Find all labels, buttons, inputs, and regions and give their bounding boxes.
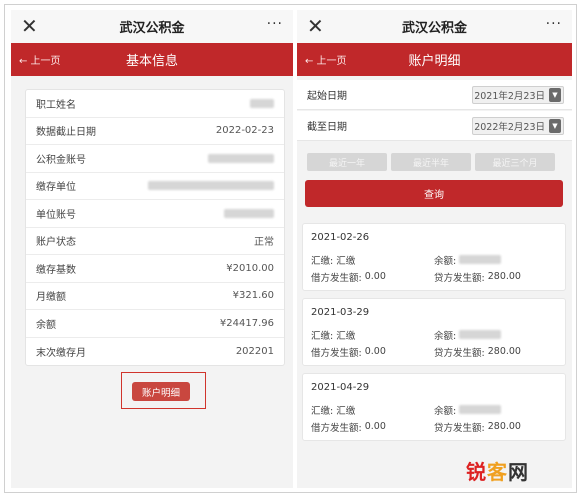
info-row-last-month: 末次缴存月 202201 xyxy=(26,338,284,366)
info-row-monthly: 月缴额 ¥321.60 xyxy=(26,283,284,310)
info-label: 月缴额 xyxy=(36,292,66,304)
transaction-record: 2021-04-29 汇缴: 汇缴 余额: 借方发生额: 0.00 贷方发生额:… xyxy=(302,373,566,441)
account-detail-button[interactable]: 账户明细 xyxy=(132,382,190,401)
start-date-row: 起始日期 2021年2月23日 ▼ xyxy=(297,80,572,110)
balance-label: 余额: xyxy=(434,330,457,342)
page-title: 账户明细 xyxy=(408,54,461,69)
more-icon[interactable]: ··· xyxy=(546,16,562,32)
credit-value: 280.00 xyxy=(487,271,521,282)
redacted-value xyxy=(459,330,502,339)
account-detail-screen: ✕ 武汉公积金 ··· ← 上一页 账户明细 起始日期 2021年2月23日 ▼… xyxy=(297,10,572,488)
info-value: 正常 xyxy=(254,237,274,249)
more-icon[interactable]: ··· xyxy=(267,16,283,32)
info-value: ¥24417.96 xyxy=(219,317,274,329)
basic-info-card: 职工姓名 数据截止日期 2022-02-23 公积金账号 缴存单位 单位账号 账… xyxy=(25,89,285,366)
redacted-value xyxy=(459,405,502,414)
close-icon[interactable]: ✕ xyxy=(21,14,38,38)
info-value: 2022-02-23 xyxy=(215,125,274,137)
type-value: 汇缴 xyxy=(336,330,356,342)
transaction-record: 2021-03-29 汇缴: 汇缴 余额: 借方发生额: 0.00 贷方发生额:… xyxy=(302,298,566,366)
debit-label: 借方发生额: xyxy=(311,272,362,284)
info-row-base: 缴存基数 ¥2010.00 xyxy=(26,255,284,283)
end-date-label: 截至日期 xyxy=(307,122,347,133)
transaction-record: 2021-02-26 汇缴: 汇缴 余额: 借方发生额: 0.00 贷方发生额:… xyxy=(302,223,566,291)
type-label: 汇缴: xyxy=(311,405,334,417)
screenshot-frame: ✕ 武汉公积金 ··· ← 上一页 基本信息 职工姓名 数据截止日期 2022-… xyxy=(4,4,577,493)
range-last-three-months-button[interactable]: 最近三个月 xyxy=(475,153,555,171)
dropdown-arrow-icon: ▼ xyxy=(549,118,561,133)
info-row-status: 账户状态 正常 xyxy=(26,228,284,255)
credit-label: 贷方发生额: xyxy=(434,422,485,434)
info-value: ¥2010.00 xyxy=(226,262,274,274)
info-label: 公积金账号 xyxy=(36,154,86,166)
balance-label: 余额: xyxy=(434,405,457,417)
wechat-topbar: ✕ 武汉公积金 ··· xyxy=(11,10,293,43)
back-link[interactable]: ← 上一页 xyxy=(19,52,61,67)
info-row-balance: 余额 ¥24417.96 xyxy=(26,310,284,338)
type-label: 汇缴: xyxy=(311,330,334,342)
info-row-cutoff-date: 数据截止日期 2022-02-23 xyxy=(26,118,284,145)
start-date-value: 2021年2月23日 xyxy=(474,90,545,102)
info-label: 单位账号 xyxy=(36,209,76,221)
debit-label: 借方发生额: xyxy=(311,347,362,359)
info-label: 末次缴存月 xyxy=(36,347,86,359)
info-row-account-number: 公积金账号 xyxy=(26,145,284,173)
app-title: 武汉公积金 xyxy=(119,21,185,36)
dropdown-arrow-icon: ▼ xyxy=(549,87,561,102)
wechat-topbar: ✕ 武汉公积金 ··· xyxy=(297,10,572,43)
redacted-value xyxy=(224,208,274,218)
info-label: 账户状态 xyxy=(36,237,76,249)
credit-label: 贷方发生额: xyxy=(434,272,485,284)
info-label: 余额 xyxy=(36,319,56,331)
info-label: 缴存基数 xyxy=(36,264,76,276)
end-date-select[interactable]: 2022年2月23日 ▼ xyxy=(472,116,564,135)
app-title: 武汉公积金 xyxy=(401,21,467,36)
credit-value: 280.00 xyxy=(487,421,521,432)
redacted-value xyxy=(208,153,274,163)
debit-label: 借方发生额: xyxy=(311,422,362,434)
end-date-row: 截至日期 2022年2月23日 ▼ xyxy=(297,111,572,141)
credit-label: 贷方发生额: xyxy=(434,347,485,359)
debit-value: 0.00 xyxy=(364,421,386,432)
watermark-char: 客 xyxy=(487,460,508,484)
redacted-value xyxy=(250,98,274,108)
redacted-value xyxy=(148,181,274,191)
range-last-year-button[interactable]: 最近一年 xyxy=(307,153,387,171)
watermark-char: 网 xyxy=(508,460,529,484)
end-date-value: 2022年2月23日 xyxy=(474,121,545,133)
close-icon[interactable]: ✕ xyxy=(307,14,324,38)
watermark-logo: 锐客网 xyxy=(466,456,529,485)
info-row-employer: 缴存单位 xyxy=(26,173,284,200)
start-date-label: 起始日期 xyxy=(307,91,347,102)
credit-value: 280.00 xyxy=(487,346,521,357)
info-value: 202201 xyxy=(235,345,274,357)
record-date: 2021-04-29 xyxy=(311,382,370,393)
range-last-half-year-button[interactable]: 最近半年 xyxy=(391,153,471,171)
record-date: 2021-03-29 xyxy=(311,307,370,318)
page-title: 基本信息 xyxy=(125,54,178,69)
basic-info-screen: ✕ 武汉公积金 ··· ← 上一页 基本信息 职工姓名 数据截止日期 2022-… xyxy=(11,10,293,488)
page-header: ← 上一页 账户明细 xyxy=(297,43,572,76)
page-header: ← 上一页 基本信息 xyxy=(11,43,293,76)
debit-value: 0.00 xyxy=(364,271,386,282)
info-label: 数据截止日期 xyxy=(36,127,96,139)
info-row-employer-account: 单位账号 xyxy=(26,200,284,228)
type-value: 汇缴 xyxy=(336,405,356,417)
back-link[interactable]: ← 上一页 xyxy=(305,52,347,67)
debit-value: 0.00 xyxy=(364,346,386,357)
type-label: 汇缴: xyxy=(311,255,334,267)
record-date: 2021-02-26 xyxy=(311,232,370,243)
balance-label: 余额: xyxy=(434,255,457,267)
info-row-name: 职工姓名 xyxy=(26,90,284,118)
watermark-char: 锐 xyxy=(466,460,487,484)
type-value: 汇缴 xyxy=(336,255,356,267)
query-button[interactable]: 查询 xyxy=(305,180,563,207)
start-date-select[interactable]: 2021年2月23日 ▼ xyxy=(472,85,564,104)
redacted-value xyxy=(459,255,502,264)
info-label: 职工姓名 xyxy=(36,99,76,111)
info-value: ¥321.60 xyxy=(232,290,274,302)
info-label: 缴存单位 xyxy=(36,182,76,194)
